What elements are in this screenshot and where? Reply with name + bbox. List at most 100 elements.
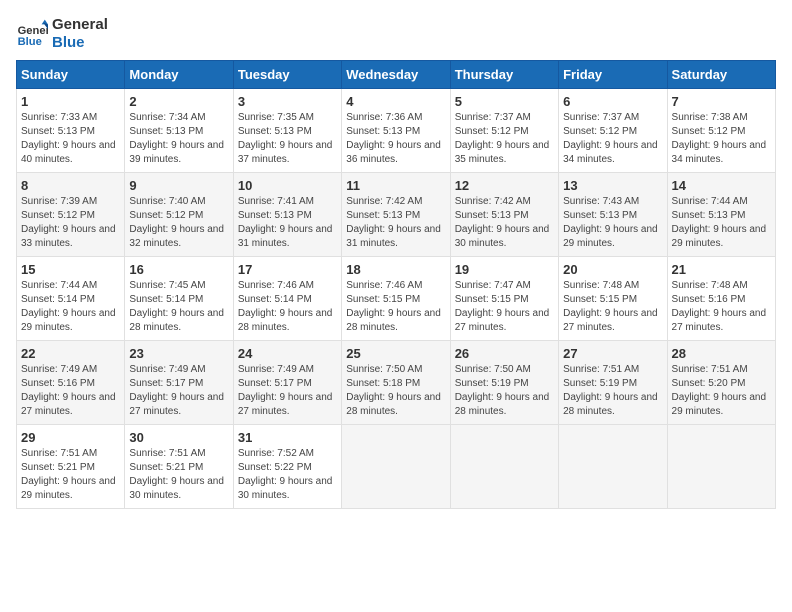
day-info: Sunrise: 7:38 AMSunset: 5:12 PMDaylight:… xyxy=(672,111,771,167)
day-number: 21 xyxy=(672,262,771,277)
day-number: 19 xyxy=(455,262,554,277)
day-number: 13 xyxy=(563,178,662,193)
day-number: 22 xyxy=(21,346,120,361)
day-info: Sunrise: 7:45 AMSunset: 5:14 PMDaylight:… xyxy=(129,279,228,335)
calendar-cell: 14Sunrise: 7:44 AMSunset: 5:13 PMDayligh… xyxy=(667,173,775,257)
calendar-cell: 10 Sunrise: 7:41 AMSunset: 5:13 PMDayligh… xyxy=(233,173,341,257)
day-number: 8 xyxy=(21,178,120,193)
logo: General Blue General Blue xyxy=(16,16,108,52)
calendar-cell: 28Sunrise: 7:51 AMSunset: 5:20 PMDayligh… xyxy=(667,341,775,425)
page-header: General Blue General Blue xyxy=(16,16,776,52)
calendar-cell: 29Sunrise: 7:51 AMSunset: 5:21 PMDayligh… xyxy=(17,425,125,509)
day-info: Sunrise: 7:44 AMSunset: 5:14 PMDaylight:… xyxy=(21,279,120,335)
calendar-cell: 24 Sunrise: 7:49 AMSunset: 5:17 PMDayligh… xyxy=(233,341,341,425)
calendar-cell: 5 Sunrise: 7:37 AMSunset: 5:12 PMDaylight… xyxy=(450,89,558,173)
calendar-cell: 21 Sunrise: 7:48 AMSunset: 5:16 PMDayligh… xyxy=(667,257,775,341)
day-number: 9 xyxy=(129,178,228,193)
day-info: Sunrise: 7:42 AMSunset: 5:13 PMDaylight:… xyxy=(346,195,445,251)
calendar-cell xyxy=(450,425,558,509)
day-info: Sunrise: 7:37 AMSunset: 5:12 PMDaylight:… xyxy=(455,111,554,167)
header-thursday: Thursday xyxy=(450,61,558,89)
header-monday: Monday xyxy=(125,61,233,89)
day-number: 1 xyxy=(21,94,120,109)
day-number: 7 xyxy=(672,94,771,109)
header-saturday: Saturday xyxy=(667,61,775,89)
calendar-cell: 19 Sunrise: 7:47 AMSunset: 5:15 PMDayligh… xyxy=(450,257,558,341)
day-info: Sunrise: 7:33 AMSunset: 5:13 PMDaylight:… xyxy=(21,111,120,167)
calendar-cell: 11 Sunrise: 7:42 AMSunset: 5:13 PMDayligh… xyxy=(342,173,450,257)
calendar-cell: 2 Sunrise: 7:34 AMSunset: 5:13 PMDaylight… xyxy=(125,89,233,173)
day-number: 24 xyxy=(238,346,337,361)
day-info: Sunrise: 7:48 AMSunset: 5:15 PMDaylight:… xyxy=(563,279,662,335)
calendar-cell: 1 Sunrise: 7:33 AMSunset: 5:13 PMDaylight… xyxy=(17,89,125,173)
day-info: Sunrise: 7:49 AMSunset: 5:16 PMDaylight:… xyxy=(21,363,120,419)
day-info: Sunrise: 7:42 AMSunset: 5:13 PMDaylight:… xyxy=(455,195,554,251)
day-info: Sunrise: 7:47 AMSunset: 5:15 PMDaylight:… xyxy=(455,279,554,335)
calendar-cell: 6 Sunrise: 7:37 AMSunset: 5:12 PMDaylight… xyxy=(559,89,667,173)
day-number: 4 xyxy=(346,94,445,109)
day-info: Sunrise: 7:36 AMSunset: 5:13 PMDaylight:… xyxy=(346,111,445,167)
calendar-header: SundayMondayTuesdayWednesdayThursdayFrid… xyxy=(17,61,776,89)
day-number: 15 xyxy=(21,262,120,277)
calendar-cell: 22 Sunrise: 7:49 AMSunset: 5:16 PMDayligh… xyxy=(17,341,125,425)
day-info: Sunrise: 7:46 AMSunset: 5:15 PMDaylight:… xyxy=(346,279,445,335)
calendar-cell: 17 Sunrise: 7:46 AMSunset: 5:14 PMDayligh… xyxy=(233,257,341,341)
day-info: Sunrise: 7:48 AMSunset: 5:16 PMDaylight:… xyxy=(672,279,771,335)
calendar-cell: 15 Sunrise: 7:44 AMSunset: 5:14 PMDayligh… xyxy=(17,257,125,341)
day-info: Sunrise: 7:51 AMSunset: 5:19 PMDaylight:… xyxy=(563,363,662,419)
day-number: 25 xyxy=(346,346,445,361)
day-info: Sunrise: 7:49 AMSunset: 5:17 PMDaylight:… xyxy=(238,363,337,419)
calendar-cell: 8Sunrise: 7:39 AMSunset: 5:12 PMDaylight… xyxy=(17,173,125,257)
header-friday: Friday xyxy=(559,61,667,89)
day-info: Sunrise: 7:44 AMSunset: 5:13 PMDaylight:… xyxy=(672,195,771,251)
svg-text:General: General xyxy=(18,25,48,37)
day-number: 11 xyxy=(346,178,445,193)
day-number: 10 xyxy=(238,178,337,193)
day-number: 29 xyxy=(21,430,120,445)
calendar-cell: 23Sunrise: 7:49 AMSunset: 5:17 PMDayligh… xyxy=(125,341,233,425)
day-info: Sunrise: 7:37 AMSunset: 5:12 PMDaylight:… xyxy=(563,111,662,167)
logo-general: General xyxy=(52,16,108,34)
svg-text:Blue: Blue xyxy=(18,36,42,48)
day-info: Sunrise: 7:40 AMSunset: 5:12 PMDaylight:… xyxy=(129,195,228,251)
day-number: 26 xyxy=(455,346,554,361)
day-number: 6 xyxy=(563,94,662,109)
calendar-cell: 13Sunrise: 7:43 AMSunset: 5:13 PMDayligh… xyxy=(559,173,667,257)
calendar-cell: 30 Sunrise: 7:51 AMSunset: 5:21 PMDayligh… xyxy=(125,425,233,509)
day-info: Sunrise: 7:35 AMSunset: 5:13 PMDaylight:… xyxy=(238,111,337,167)
calendar-cell: 16 Sunrise: 7:45 AMSunset: 5:14 PMDayligh… xyxy=(125,257,233,341)
calendar-cell: 9 Sunrise: 7:40 AMSunset: 5:12 PMDaylight… xyxy=(125,173,233,257)
calendar-cell: 20 Sunrise: 7:48 AMSunset: 5:15 PMDayligh… xyxy=(559,257,667,341)
header-wednesday: Wednesday xyxy=(342,61,450,89)
logo-blue: Blue xyxy=(52,34,108,52)
day-info: Sunrise: 7:46 AMSunset: 5:14 PMDaylight:… xyxy=(238,279,337,335)
calendar-week-4: 22 Sunrise: 7:49 AMSunset: 5:16 PMDayligh… xyxy=(17,341,776,425)
day-number: 18 xyxy=(346,262,445,277)
calendar-cell: 31Sunrise: 7:52 AMSunset: 5:22 PMDayligh… xyxy=(233,425,341,509)
day-number: 5 xyxy=(455,94,554,109)
calendar-cell: 27Sunrise: 7:51 AMSunset: 5:19 PMDayligh… xyxy=(559,341,667,425)
day-info: Sunrise: 7:50 AMSunset: 5:18 PMDaylight:… xyxy=(346,363,445,419)
day-info: Sunrise: 7:49 AMSunset: 5:17 PMDaylight:… xyxy=(129,363,228,419)
day-number: 30 xyxy=(129,430,228,445)
day-number: 2 xyxy=(129,94,228,109)
calendar-cell: 4 Sunrise: 7:36 AMSunset: 5:13 PMDaylight… xyxy=(342,89,450,173)
day-info: Sunrise: 7:34 AMSunset: 5:13 PMDaylight:… xyxy=(129,111,228,167)
header-tuesday: Tuesday xyxy=(233,61,341,89)
day-info: Sunrise: 7:52 AMSunset: 5:22 PMDaylight:… xyxy=(238,447,337,503)
day-info: Sunrise: 7:51 AMSunset: 5:21 PMDaylight:… xyxy=(129,447,228,503)
calendar-cell: 7 Sunrise: 7:38 AMSunset: 5:12 PMDaylight… xyxy=(667,89,775,173)
calendar-week-5: 29 Sunrise: 7:51 AMSunset: 5:21 PMDayligh… xyxy=(17,425,776,509)
calendar-week-2: 8Sunrise: 7:39 AMSunset: 5:12 PMDaylight… xyxy=(17,173,776,257)
day-number: 17 xyxy=(238,262,337,277)
calendar-cell xyxy=(342,425,450,509)
day-number: 16 xyxy=(129,262,228,277)
calendar-cell xyxy=(667,425,775,509)
calendar-cell: 26Sunrise: 7:50 AMSunset: 5:19 PMDayligh… xyxy=(450,341,558,425)
calendar-week-3: 15 Sunrise: 7:44 AMSunset: 5:14 PMDayligh… xyxy=(17,257,776,341)
day-number: 20 xyxy=(563,262,662,277)
day-number: 3 xyxy=(238,94,337,109)
calendar-cell: 3 Sunrise: 7:35 AMSunset: 5:13 PMDaylight… xyxy=(233,89,341,173)
day-info: Sunrise: 7:41 AMSunset: 5:13 PMDaylight:… xyxy=(238,195,337,251)
day-number: 28 xyxy=(672,346,771,361)
